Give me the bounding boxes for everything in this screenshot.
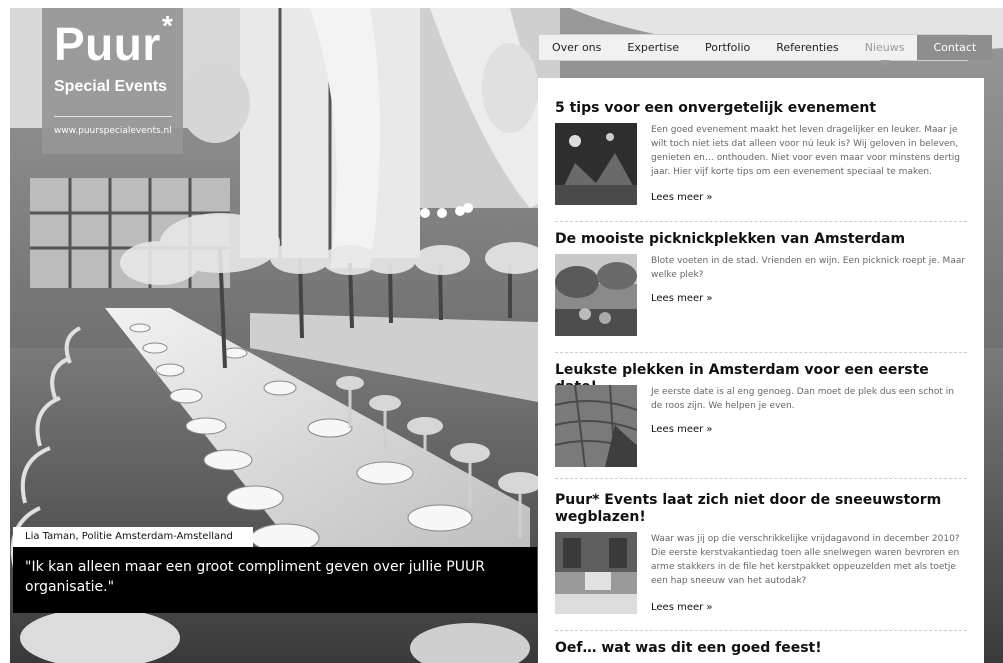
article-divider xyxy=(555,478,967,479)
nav-item-portfolio[interactable]: Portfolio xyxy=(692,35,763,60)
news-article: 5 tips voor een onvergetelijk evenement … xyxy=(555,100,967,205)
logo-url: www.puurspecialevents.nl xyxy=(54,126,172,136)
article-excerpt: Je eerste date is al eng genoeg. Dan moe… xyxy=(651,387,954,411)
read-more-link[interactable]: Lees meer » xyxy=(651,293,713,304)
nav-item-referenties[interactable]: Referenties xyxy=(763,35,851,60)
nav-item-expertise[interactable]: Expertise xyxy=(614,35,692,60)
logo-tagline: Special Events xyxy=(54,78,167,95)
nav-item-nieuws[interactable]: Nieuws xyxy=(852,35,918,66)
news-article: Oef… wat was dit een goed feest! xyxy=(555,640,967,657)
logo-divider xyxy=(54,116,172,117)
article-divider xyxy=(555,630,967,631)
read-more-link[interactable]: Lees meer » xyxy=(651,192,713,203)
news-panel: 5 tips voor een onvergetelijk evenement … xyxy=(538,78,984,663)
testimonial-author: Lia Taman, Politie Amsterdam-Amstelland xyxy=(13,527,253,547)
article-divider xyxy=(555,352,967,353)
article-title[interactable]: De mooiste picknickplekken van Amsterdam xyxy=(555,231,967,248)
logo-name: Puur xyxy=(54,18,161,70)
article-excerpt: Waar was jij op die verschrikkelijke vri… xyxy=(651,534,960,586)
article-title[interactable]: Oef… wat was dit een goed feest! xyxy=(555,640,967,657)
testimonial-quote: "Ik kan alleen maar een groot compliment… xyxy=(13,547,537,613)
brand-logo[interactable]: Puur * Special Events www.puurspecialeve… xyxy=(42,8,183,154)
article-thumbnail-aerial-city[interactable] xyxy=(555,385,637,467)
article-excerpt: Een goed evenement maakt het leven drage… xyxy=(651,125,961,177)
page: Puur * Special Events www.puurspecialeve… xyxy=(0,0,1003,663)
article-thumbnail-concert[interactable] xyxy=(555,123,637,205)
article-divider xyxy=(555,221,967,222)
read-more-link[interactable]: Lees meer » xyxy=(651,602,713,613)
main-navigation: Over ons Expertise Portfolio Referenties… xyxy=(538,34,993,66)
article-title[interactable]: Puur* Events laat zich niet door de snee… xyxy=(555,492,967,526)
read-more-link[interactable]: Lees meer » xyxy=(651,424,713,435)
news-article: De mooiste picknickplekken van Amsterdam… xyxy=(555,231,967,336)
nav-item-over-ons[interactable]: Over ons xyxy=(539,35,614,60)
news-article: Puur* Events laat zich niet door de snee… xyxy=(555,492,967,614)
article-thumbnail-picnic[interactable] xyxy=(555,254,637,336)
article-thumbnail-snow-van[interactable] xyxy=(555,532,637,614)
nav-contact-button[interactable]: Contact xyxy=(917,35,993,60)
news-article: Leukste plekken in Amsterdam voor een ee… xyxy=(555,362,967,467)
article-title[interactable]: 5 tips voor een onvergetelijk evenement xyxy=(555,100,967,117)
logo-star: * xyxy=(162,10,173,41)
article-excerpt: Blote voeten in de stad. Vrienden en wij… xyxy=(651,256,966,280)
